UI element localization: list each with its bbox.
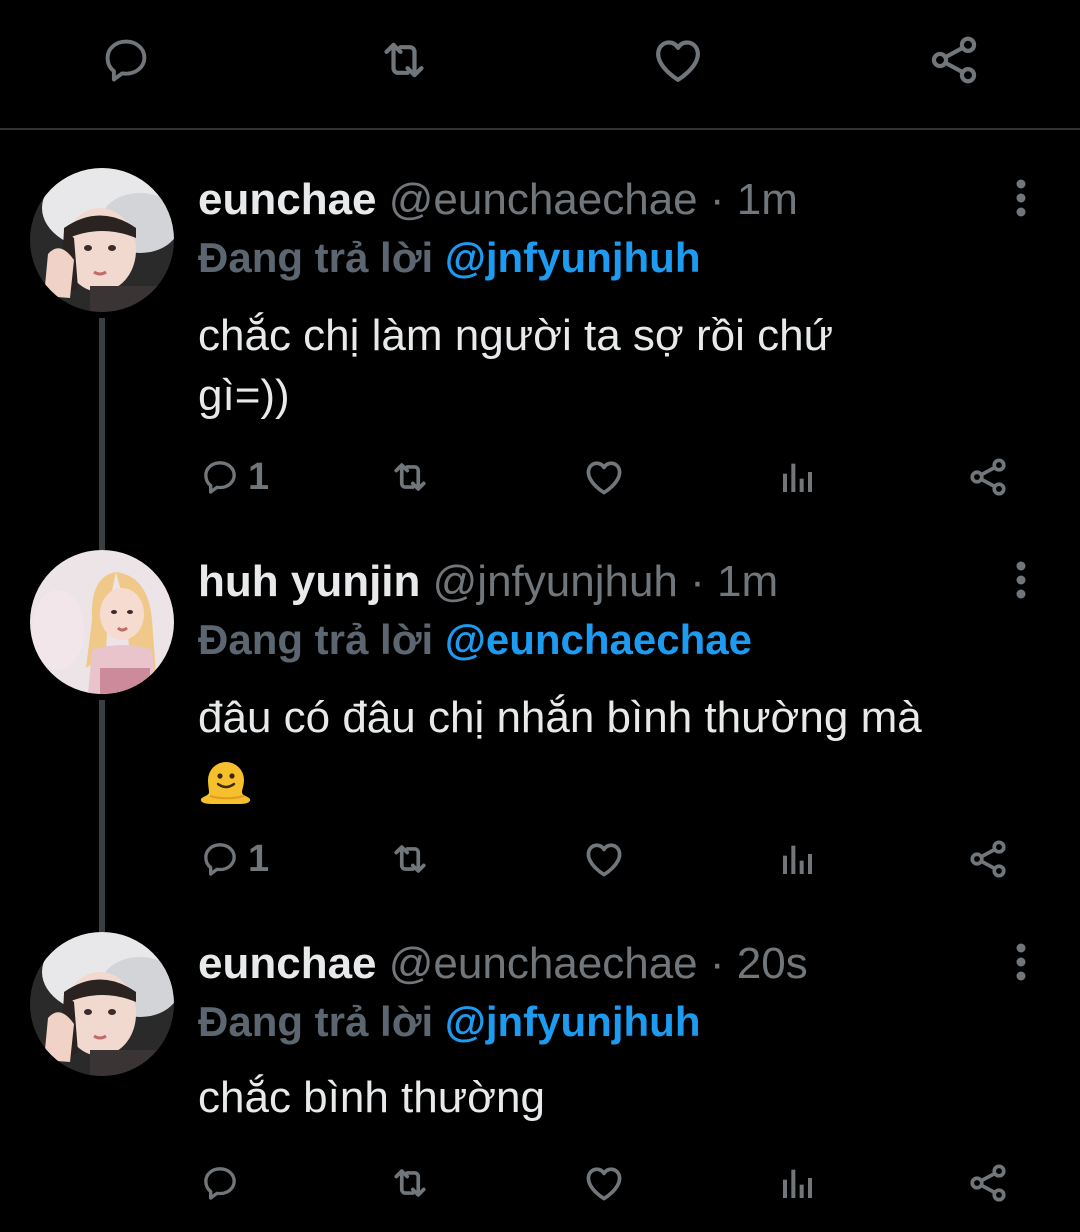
share-button[interactable]	[966, 834, 1010, 884]
analytics-button[interactable]	[778, 1158, 818, 1208]
tweet-header: eunchae @eunchaechae · 1m	[198, 174, 798, 226]
reply-button[interactable]: 1	[200, 452, 269, 502]
reply-button[interactable]: 1	[200, 834, 269, 884]
retweet-button[interactable]	[388, 834, 432, 884]
reply-button[interactable]	[200, 1158, 248, 1208]
like-icon	[586, 1167, 622, 1201]
tweet-text-line: chắc chị làm người ta sợ rồi chứ	[198, 311, 834, 360]
username[interactable]: @jnfyunjhuh	[433, 557, 678, 606]
retweet-button[interactable]	[376, 32, 432, 88]
retweet-icon	[394, 463, 426, 491]
tweet-text-line: chắc bình thường	[198, 1073, 545, 1122]
reply-count: 1	[248, 455, 270, 498]
more-options-button[interactable]	[1004, 554, 1038, 606]
retweet-icon	[394, 1169, 426, 1197]
more-options-button[interactable]	[1004, 172, 1038, 224]
like-icon	[656, 40, 700, 82]
more-vertical-icon	[1016, 179, 1026, 217]
share-icon	[931, 36, 977, 84]
timestamp[interactable]: 1m	[737, 175, 798, 224]
reply-icon	[105, 39, 147, 82]
reply-icon	[204, 461, 236, 494]
analytics-icon	[783, 845, 812, 874]
thread-line	[99, 318, 105, 550]
separator: ·	[690, 557, 705, 606]
replying-to-label: Đang trả lời	[198, 998, 434, 1045]
mention-link[interactable]: @jnfyunjhuh	[445, 234, 701, 281]
share-button[interactable]	[966, 452, 1010, 502]
reply-button[interactable]	[98, 32, 154, 88]
tweet-actions	[0, 1158, 1080, 1208]
display-name[interactable]: huh yunjin	[198, 557, 420, 606]
tweet-text-line	[198, 748, 1048, 808]
username[interactable]: @eunchaechae	[389, 175, 698, 224]
avatar[interactable]	[30, 550, 174, 694]
replying-to: Đang trả lời @jnfyunjhuh	[198, 232, 700, 284]
tweet-text-line: đâu có đâu chị nhắn bình thường mà	[198, 693, 922, 742]
melting-face-emoji	[200, 762, 251, 805]
mention-link[interactable]: @jnfyunjhuh	[445, 998, 701, 1045]
replying-to-label: Đang trả lời	[198, 616, 434, 663]
tweet-header: eunchae @eunchaechae · 20s	[198, 938, 808, 990]
separator: ·	[709, 175, 725, 224]
tweet-actions: 1	[0, 834, 1080, 884]
retweet-icon	[394, 845, 426, 873]
tweet-text: chắc bình thường	[198, 1068, 1048, 1128]
share-icon	[970, 1164, 1006, 1202]
mention-link[interactable]: @eunchaechae	[445, 616, 752, 663]
tweet-text: chắc chị làm người ta sợ rồi chứ gì=))	[198, 306, 1048, 426]
like-icon	[586, 461, 622, 495]
retweet-button[interactable]	[388, 1158, 432, 1208]
username[interactable]: @eunchaechae	[389, 939, 698, 988]
share-button[interactable]	[966, 1158, 1010, 1208]
analytics-icon	[783, 1169, 812, 1198]
like-icon	[586, 843, 622, 877]
replying-to-label: Đang trả lời	[198, 234, 434, 281]
tweet-text-line: gì=))	[198, 371, 290, 420]
reply-icon	[204, 843, 236, 876]
like-button[interactable]	[582, 834, 626, 884]
analytics-icon	[783, 463, 812, 492]
like-button[interactable]	[582, 1158, 626, 1208]
like-button[interactable]	[650, 32, 706, 88]
thread-line	[99, 700, 105, 932]
reply-icon	[204, 1167, 236, 1200]
more-options-button[interactable]	[1004, 936, 1038, 988]
more-vertical-icon	[1016, 561, 1026, 599]
share-icon	[970, 840, 1006, 878]
separator: ·	[709, 939, 725, 988]
tweet-text: đâu có đâu chị nhắn bình thường mà	[198, 688, 1048, 808]
share-button[interactable]	[926, 32, 982, 88]
timestamp[interactable]: 20s	[737, 939, 808, 988]
retweet-button[interactable]	[388, 452, 432, 502]
reply-count: 1	[248, 837, 270, 880]
avatar[interactable]	[30, 168, 174, 312]
display-name[interactable]: eunchae	[198, 175, 377, 224]
share-icon	[970, 458, 1006, 496]
tweet-header: huh yunjin @jnfyunjhuh · 1m	[198, 556, 778, 608]
display-name[interactable]: eunchae	[198, 939, 377, 988]
top-action-bar	[0, 0, 1080, 130]
timestamp[interactable]: 1m	[717, 557, 778, 606]
tweet-actions: 1	[0, 452, 1080, 502]
analytics-button[interactable]	[778, 834, 818, 884]
replying-to: Đang trả lời @eunchaechae	[198, 614, 752, 666]
analytics-button[interactable]	[778, 452, 818, 502]
avatar[interactable]	[30, 932, 174, 1076]
more-vertical-icon	[1016, 943, 1026, 981]
like-button[interactable]	[582, 452, 626, 502]
replying-to: Đang trả lời @jnfyunjhuh	[198, 996, 700, 1048]
retweet-icon	[384, 42, 424, 78]
